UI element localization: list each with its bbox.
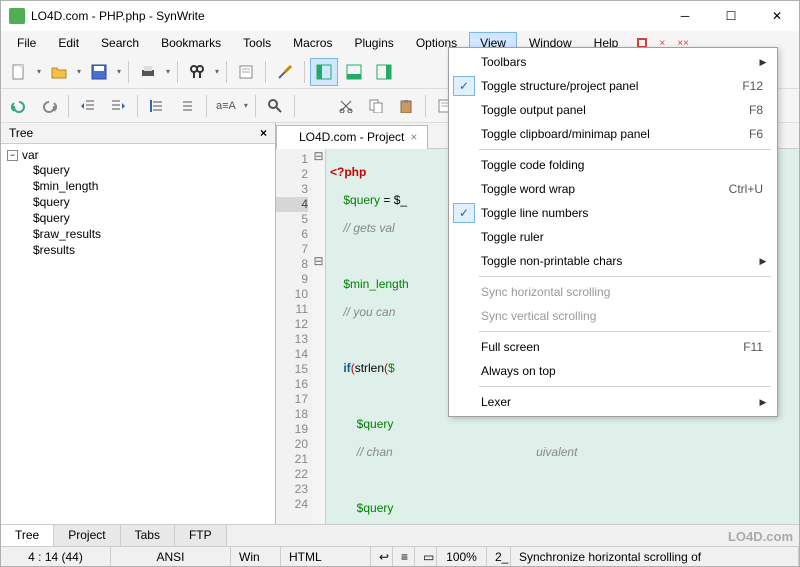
copy-button[interactable] bbox=[362, 92, 390, 120]
tree-panel-title: Tree bbox=[9, 126, 260, 140]
open-button[interactable] bbox=[45, 58, 73, 86]
menu-item[interactable]: Toggle code folding bbox=[451, 153, 775, 177]
menu-tools[interactable]: Tools bbox=[233, 33, 281, 53]
status-bar: 4 : 14 (44) ANSI Win HTML ↩ ≡ ▭ 100% 2_ … bbox=[1, 546, 799, 566]
menu-search[interactable]: Search bbox=[91, 33, 149, 53]
minimize-button[interactable]: ─ bbox=[671, 6, 699, 26]
status-hint: Synchronize horizontal scrolling of bbox=[511, 547, 799, 566]
menu-item[interactable]: ✓Toggle structure/project panelF12 bbox=[451, 74, 775, 98]
menu-item: Sync vertical scrolling bbox=[451, 304, 775, 328]
status-eol[interactable]: Win bbox=[231, 547, 281, 566]
uncomment-button[interactable] bbox=[173, 92, 201, 120]
menu-edit[interactable]: Edit bbox=[48, 33, 89, 53]
tree-panel-close[interactable]: × bbox=[260, 126, 267, 140]
status-right: 2_ bbox=[487, 547, 511, 566]
menu-item[interactable]: Toggle non-printable chars▶ bbox=[451, 249, 775, 273]
comment-button[interactable] bbox=[143, 92, 171, 120]
tree-item[interactable]: $raw_results bbox=[33, 226, 269, 242]
menu-item[interactable]: Toggle output panelF8 bbox=[451, 98, 775, 122]
tree-item[interactable]: $min_length bbox=[33, 178, 269, 194]
menu-macros[interactable]: Macros bbox=[283, 33, 342, 53]
tree-panel: Tree × − var $query$min_length$query$que… bbox=[1, 123, 276, 524]
app-icon bbox=[9, 8, 25, 24]
status-sel-icon[interactable]: ▭ bbox=[415, 547, 437, 566]
tree-item[interactable]: $query bbox=[33, 194, 269, 210]
menu-item[interactable]: Toolbars▶ bbox=[451, 50, 775, 74]
search-button[interactable] bbox=[261, 92, 289, 120]
tree-expand-icon[interactable]: − bbox=[7, 150, 18, 161]
undo-button[interactable] bbox=[5, 92, 33, 120]
goto-button[interactable] bbox=[232, 58, 260, 86]
menu-item[interactable]: Lexer▶ bbox=[451, 390, 775, 414]
panel-right-button[interactable] bbox=[370, 58, 398, 86]
menu-item[interactable]: Full screenF11 bbox=[451, 335, 775, 359]
bottom-tab-ftp[interactable]: FTP bbox=[175, 525, 227, 546]
case-dropdown[interactable]: ▾ bbox=[242, 101, 250, 110]
menu-item[interactable]: Toggle clipboard/minimap panelF6 bbox=[451, 122, 775, 146]
tab-dirty-icon bbox=[285, 133, 293, 141]
status-lines-icon[interactable]: ≡ bbox=[393, 547, 415, 566]
status-encoding[interactable]: ANSI bbox=[111, 547, 231, 566]
print-button[interactable] bbox=[134, 58, 162, 86]
menu-item[interactable]: ✓Toggle line numbers bbox=[451, 201, 775, 225]
menu-plugins[interactable]: Plugins bbox=[344, 33, 403, 53]
menu-item[interactable]: Toggle ruler bbox=[451, 225, 775, 249]
cut-button[interactable] bbox=[332, 92, 360, 120]
paste-button[interactable] bbox=[392, 92, 420, 120]
tools-button[interactable] bbox=[271, 58, 299, 86]
menu-item[interactable]: Toggle word wrapCtrl+U bbox=[451, 177, 775, 201]
open-dropdown[interactable]: ▾ bbox=[75, 67, 83, 76]
find-dropdown[interactable]: ▾ bbox=[213, 67, 221, 76]
window-title: LO4D.com - PHP.php - SynWrite bbox=[31, 9, 671, 23]
status-zoom[interactable]: 100% bbox=[437, 547, 487, 566]
tree-item[interactable]: $query bbox=[33, 210, 269, 226]
tab-label: LO4D.com - Project bbox=[299, 130, 404, 144]
title-bar: LO4D.com - PHP.php - SynWrite ─ ☐ ✕ bbox=[1, 1, 799, 31]
menu-file[interactable]: File bbox=[7, 33, 46, 53]
tab-close-icon[interactable]: × bbox=[410, 130, 417, 144]
bottom-tab-project[interactable]: Project bbox=[54, 525, 120, 546]
tree-root[interactable]: var bbox=[22, 148, 39, 162]
bottom-tab-tabs[interactable]: Tabs bbox=[121, 525, 175, 546]
bottom-tab-tree[interactable]: Tree bbox=[1, 525, 54, 546]
menu-item: Sync horizontal scrolling bbox=[451, 280, 775, 304]
fold-column[interactable]: ⊟⊟ bbox=[312, 149, 326, 524]
new-file-dropdown[interactable]: ▾ bbox=[35, 67, 43, 76]
tree-item[interactable]: $query bbox=[33, 162, 269, 178]
print-dropdown[interactable]: ▾ bbox=[164, 67, 172, 76]
tree-view[interactable]: − var $query$min_length$query$query$raw_… bbox=[1, 144, 275, 524]
status-lexer[interactable]: HTML bbox=[281, 547, 371, 566]
maximize-button[interactable]: ☐ bbox=[717, 6, 745, 26]
case-button[interactable]: a≡A bbox=[212, 98, 240, 114]
tree-item[interactable]: $results bbox=[33, 242, 269, 258]
project-tab[interactable]: LO4D.com - Project × bbox=[276, 125, 428, 149]
close-button[interactable]: ✕ bbox=[763, 6, 791, 26]
panel-bottom-button[interactable] bbox=[340, 58, 368, 86]
line-gutter[interactable]: 123456789101112131415161718192021222324 bbox=[276, 149, 312, 524]
find-button[interactable] bbox=[183, 58, 211, 86]
status-wrap-icon[interactable]: ↩ bbox=[371, 547, 393, 566]
menu-item[interactable]: Always on top bbox=[451, 359, 775, 383]
menu-bookmarks[interactable]: Bookmarks bbox=[151, 33, 231, 53]
new-file-button[interactable] bbox=[5, 58, 33, 86]
panel-left-button[interactable] bbox=[310, 58, 338, 86]
indent-right-button[interactable] bbox=[104, 92, 132, 120]
redo-button[interactable] bbox=[35, 92, 63, 120]
status-position: 4 : 14 (44) bbox=[1, 547, 111, 566]
indent-left-button[interactable] bbox=[74, 92, 102, 120]
bottom-tab-bar: TreeProjectTabsFTP bbox=[1, 524, 799, 546]
view-menu-dropdown: Toolbars▶✓Toggle structure/project panel… bbox=[448, 47, 778, 417]
save-button[interactable] bbox=[85, 58, 113, 86]
save-dropdown[interactable]: ▾ bbox=[115, 67, 123, 76]
